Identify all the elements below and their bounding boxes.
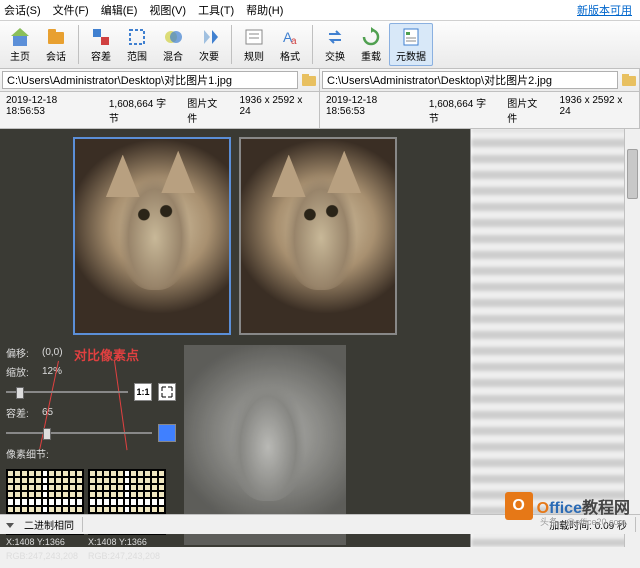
metadata-panel: [470, 129, 640, 547]
tolerance-icon: [90, 26, 112, 48]
right-path-input[interactable]: [322, 71, 618, 89]
left-date: 2019-12-18 18:56:53: [6, 95, 95, 125]
range-button[interactable]: 范围: [119, 23, 155, 66]
watermark-logo-icon: O: [505, 492, 533, 520]
right-pixel-xy: X:1408 Y:1366: [88, 537, 166, 549]
offset-value: (0,0): [42, 347, 63, 358]
rules-button[interactable]: 规则: [236, 23, 272, 66]
status-mode: 二进制相同: [16, 517, 83, 532]
menu-edit[interactable]: 编辑(E): [101, 2, 138, 18]
format-icon: Aa: [279, 26, 301, 48]
blend-icon: [162, 26, 184, 48]
svg-text:a: a: [291, 36, 297, 47]
tolerance-color-swatch[interactable]: [158, 424, 176, 442]
right-dim: 1936 x 2592 x 24: [560, 95, 633, 125]
watermark: O Office教程网: [505, 492, 630, 520]
next-button[interactable]: 次要: [191, 23, 227, 66]
annotation-label: 对比像素点: [74, 345, 139, 364]
menu-bar: 会话(S) 文件(F) 编辑(E) 视图(V) 工具(T) 帮助(H) 新版本可…: [0, 0, 640, 21]
menu-session[interactable]: 会话(S): [4, 2, 41, 18]
zoom-slider[interactable]: [6, 385, 128, 399]
left-dim: 1936 x 2592 x 24: [240, 95, 313, 125]
menu-help[interactable]: 帮助(H): [246, 2, 283, 18]
menu-file[interactable]: 文件(F): [53, 2, 89, 18]
menu-view[interactable]: 视图(V): [149, 2, 186, 18]
folder-open-icon[interactable]: [301, 73, 317, 87]
right-pixel-rgb: RGB:247,243,208: [88, 551, 166, 563]
folder-open-icon[interactable]: [621, 73, 637, 87]
tolerance-button[interactable]: 容差: [83, 23, 119, 66]
right-date: 2019-12-18 18:56:53: [326, 95, 415, 125]
home-icon: [9, 26, 31, 48]
zoom-label: 缩放:: [6, 364, 36, 379]
swap-icon: [324, 26, 346, 48]
update-available-link[interactable]: 新版本可用: [577, 2, 632, 18]
reload-button[interactable]: 重载: [353, 23, 389, 66]
left-pixel-rgb: RGB:247,243,208: [6, 551, 84, 563]
right-image-view[interactable]: [239, 137, 397, 335]
info-bar: 2019-12-18 18:56:53 1,608,664 字节 图片文件 19…: [0, 92, 640, 129]
zoom-fit-button[interactable]: [158, 383, 176, 401]
next-icon: [198, 26, 220, 48]
left-image-view[interactable]: [73, 137, 231, 335]
pixel-detail-label: 像素细节:: [6, 446, 49, 461]
metadata-icon: [400, 26, 422, 48]
zoom-actual-button[interactable]: 1:1: [134, 383, 152, 401]
range-icon: [126, 26, 148, 48]
left-path-input[interactable]: [2, 71, 298, 89]
menu-tools[interactable]: 工具(T): [198, 2, 234, 18]
format-button[interactable]: Aa格式: [272, 23, 308, 66]
left-size: 1,608,664 字节: [109, 95, 173, 125]
rules-icon: [243, 26, 265, 48]
metadata-button[interactable]: 元数据: [389, 23, 433, 66]
left-type: 图片文件: [187, 95, 225, 125]
right-size: 1,608,664 字节: [429, 95, 493, 125]
tolerance-label: 容差:: [6, 405, 36, 420]
sessions-icon: [45, 26, 67, 48]
reload-icon: [360, 26, 382, 48]
swap-button[interactable]: 交换: [317, 23, 353, 66]
zoom-value: 12%: [42, 366, 62, 377]
left-pixel-xy: X:1408 Y:1366: [6, 537, 84, 549]
toolbar: 主页 会话 容差 范围 混合 次要 规则 Aa格式 交换 重载 元数据: [0, 21, 640, 69]
fullscreen-icon: [161, 386, 173, 398]
main-area: 对比像素点 偏移:(0,0) 缩放:12% 1:1 容差:65 像素细节:: [0, 129, 640, 547]
offset-label: 偏移:: [6, 345, 36, 360]
right-type: 图片文件: [507, 95, 545, 125]
tolerance-slider[interactable]: [6, 426, 152, 440]
home-button[interactable]: 主页: [2, 23, 38, 66]
scrollbar[interactable]: [624, 129, 640, 547]
status-dropdown-icon[interactable]: [4, 519, 16, 531]
blend-button[interactable]: 混合: [155, 23, 191, 66]
path-bar: [0, 69, 640, 92]
sessions-button[interactable]: 会话: [38, 23, 74, 66]
